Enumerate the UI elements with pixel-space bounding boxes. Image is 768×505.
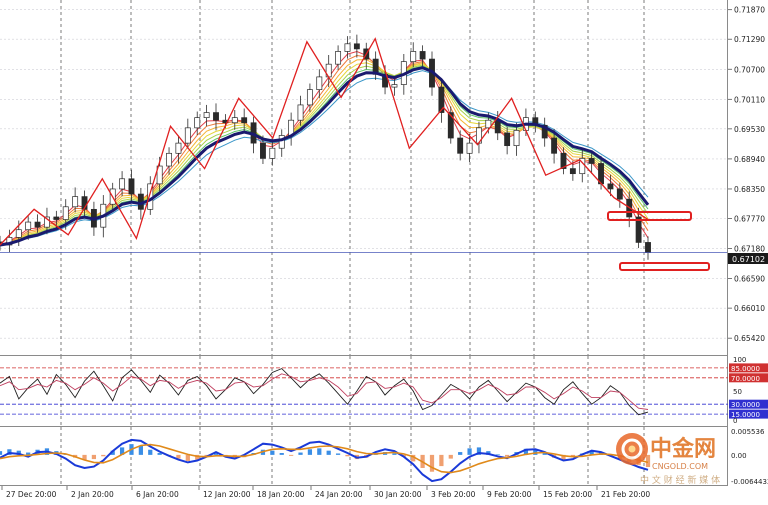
- time-axis-label: 9 Feb 20:00: [487, 490, 532, 499]
- macd-histogram-bar: [448, 454, 453, 459]
- macd-histogram-bar: [317, 448, 322, 455]
- macd-histogram-bar: [326, 450, 331, 455]
- candle-body: [391, 84, 398, 88]
- macd-histogram-bar: [138, 445, 143, 455]
- chart-window: 0.71870 0.71290 0.70700 0.70110 0.69530 0.689…: [0, 0, 768, 501]
- time-axis-label: 15 Feb 20:00: [543, 490, 592, 499]
- macd-histogram-bar: [91, 454, 97, 460]
- price-tick-label: 0.70110: [734, 95, 765, 104]
- time-axis-label: 24 Jan 20:00: [315, 490, 363, 499]
- macd-histogram-bar: [345, 454, 350, 457]
- stochastic-level-label: 30.0000: [731, 401, 760, 409]
- candle-body: [419, 51, 426, 60]
- candle-body: [269, 147, 276, 159]
- macd-histogram-bar: [289, 454, 294, 456]
- candle-body: [551, 137, 558, 154]
- macd-histogram-bar: [279, 453, 284, 455]
- macd-histogram-bar: [335, 453, 341, 455]
- macd-histogram-bar: [458, 452, 463, 455]
- candle-body: [62, 206, 69, 220]
- candle-body: [616, 188, 623, 200]
- candle-body: [260, 142, 266, 159]
- price-tick-label: 0.68940: [734, 155, 765, 164]
- candle-body: [569, 168, 576, 175]
- macd-histogram-bar: [467, 448, 472, 455]
- candle-body: [241, 117, 248, 124]
- watermark-slogan: 中 文 财 经 新 媒 体: [640, 474, 720, 486]
- candle-body: [410, 51, 417, 62]
- macd-histogram-bar: [392, 453, 397, 455]
- price-tick-label: 0.67180: [734, 245, 765, 254]
- stochastic-level-label: 70.0000: [731, 375, 760, 383]
- time-axis-label: 3 Feb 20:00: [431, 490, 476, 499]
- candle-body: [184, 127, 191, 144]
- time-axis-label: 2 Jan 20:00: [71, 490, 114, 499]
- watermark-domain: CNGOLD.COM: [652, 462, 708, 471]
- price-tick-label: 0.71290: [734, 35, 765, 44]
- price-tick-label: 0.65420: [734, 334, 765, 343]
- candle-body: [494, 119, 501, 134]
- macd-histogram-bar: [429, 454, 435, 472]
- candle-body: [34, 221, 41, 228]
- candle-body: [316, 76, 323, 90]
- time-axis-label: 27 Dec 20:00: [6, 490, 57, 499]
- macd-histogram-bar: [439, 454, 444, 467]
- price-tick-label: 0.71870: [734, 6, 765, 15]
- stochastic-axis-label: 50: [733, 388, 742, 396]
- stochastic-level-label: 85.0000: [731, 365, 760, 373]
- candle-body: [297, 104, 304, 121]
- price-tick-label: 0.70700: [734, 65, 765, 74]
- candle-body: [231, 117, 238, 124]
- macd-histogram-bar: [148, 449, 153, 455]
- candle-body: [335, 51, 342, 65]
- macd-histogram-bar: [298, 452, 303, 455]
- candle-body: [128, 178, 135, 195]
- candle-body: [344, 43, 351, 52]
- price-tick-label: 0.66590: [734, 275, 765, 284]
- macd-histogram-bar: [0, 451, 3, 455]
- price-tick-label: 0.66010: [734, 304, 765, 313]
- time-axis-label: 6 Jan 20:00: [136, 490, 179, 499]
- candle-body: [53, 216, 60, 220]
- candle-body: [119, 178, 126, 190]
- price-tick-label: 0.68350: [734, 185, 765, 194]
- candle-body: [466, 142, 473, 154]
- candle-body: [15, 229, 22, 238]
- macd-axis-label: 0.005536: [731, 428, 765, 436]
- time-axis-label: 18 Jan 20:00: [257, 490, 305, 499]
- macd-histogram-bar: [185, 454, 190, 461]
- candle-body: [25, 221, 32, 231]
- candle-body: [306, 89, 313, 106]
- time-axis-label: 21 Feb 20:00: [601, 490, 650, 499]
- candle-body: [166, 152, 172, 167]
- price-tick-label: 0.69530: [734, 125, 765, 134]
- candle-body: [513, 130, 520, 147]
- candle-body: [353, 43, 360, 50]
- time-axis-label: 30 Jan 20:00: [374, 490, 422, 499]
- candle-body: [607, 183, 614, 190]
- candle-body: [72, 196, 79, 208]
- candle-body: [278, 135, 285, 149]
- candle-body: [194, 117, 201, 129]
- macd-histogram-bar: [307, 449, 313, 455]
- candle-body: [457, 137, 464, 154]
- macd-axis-label: -0.0064433: [731, 478, 768, 486]
- price-tick-label: 0.67770: [734, 215, 765, 224]
- current-price-label: 0.67102: [732, 255, 765, 264]
- candle-body: [645, 242, 651, 253]
- chart-canvas: 0.71870 0.71290 0.70700 0.70110 0.69530 0.689…: [0, 0, 768, 501]
- candle-body: [588, 158, 595, 164]
- candle-body: [213, 112, 219, 121]
- macd-histogram-bar: [101, 454, 106, 457]
- watermark-brand: 中金网: [650, 436, 716, 462]
- candle-body: [175, 142, 182, 154]
- macd-histogram-bar: [270, 450, 275, 455]
- macd-axis-label: 0.00: [731, 452, 747, 460]
- candle-body: [203, 112, 210, 119]
- candle-body: [504, 132, 511, 147]
- stochastic-axis-label: 100: [733, 356, 746, 364]
- current-price-tag: 0.67102: [728, 253, 768, 264]
- time-axis-label: 12 Jan 20:00: [203, 490, 251, 499]
- stochastic-axis-label: 0: [733, 417, 737, 425]
